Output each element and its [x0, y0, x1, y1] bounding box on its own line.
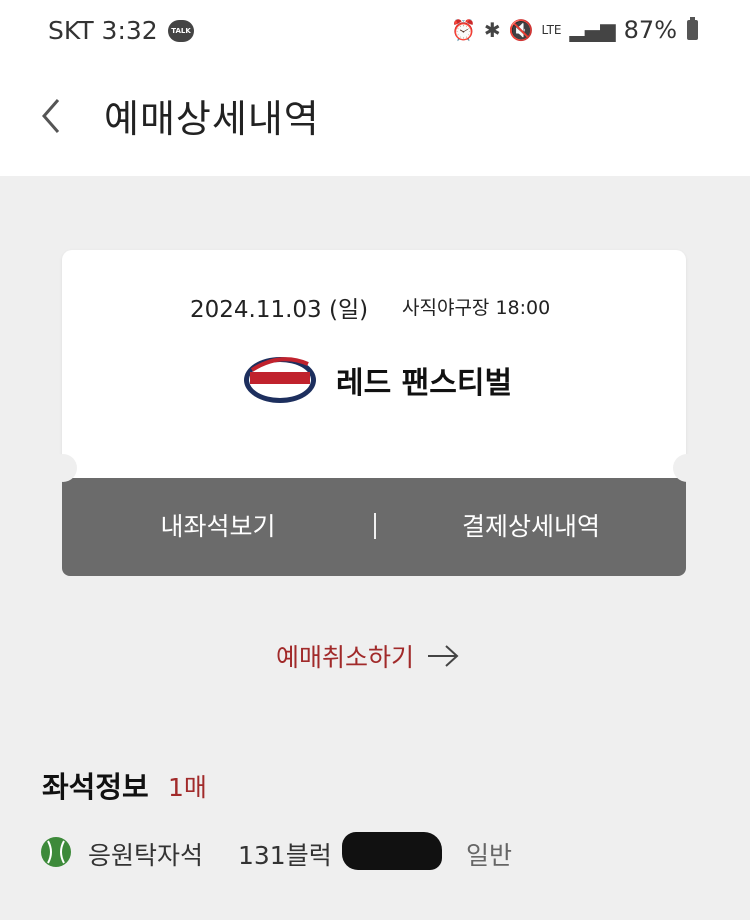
- cancel-reservation-label: 예매취소하기: [276, 643, 415, 672]
- chevron-left-icon: [42, 99, 60, 133]
- seat-count: 1매: [168, 773, 207, 802]
- cancel-reservation-link[interactable]: 예매취소하기: [276, 638, 460, 674]
- battery-icon: [687, 17, 698, 40]
- status-bar: SKT 3:32 TALK ⏰ ✱ 🔇 LTE ▂▄▆ 87%: [0, 0, 750, 66]
- event-date: 2024.11.03 (일): [190, 297, 369, 323]
- event-title: 레드 팬스티벌: [336, 366, 513, 401]
- network-type: LTE: [541, 23, 562, 37]
- seat-block: 131블럭: [238, 841, 332, 870]
- seat-zone: 응원탁자석: [88, 841, 204, 870]
- page-header: 예매상세내역: [0, 66, 750, 176]
- baseball-icon: [41, 837, 71, 867]
- kakaotalk-icon: TALK: [168, 20, 194, 42]
- redaction-mark: [342, 832, 442, 870]
- signal-icon: ▂▄▆: [569, 18, 616, 42]
- carrier-time: SKT 3:32: [48, 16, 158, 45]
- page-title: 예매상세내역: [104, 97, 320, 141]
- event-venue-time: 사직야구장 18:00: [402, 297, 551, 319]
- battery-percent: 87%: [623, 16, 677, 44]
- seat-type: 일반: [466, 841, 513, 870]
- seat-info-heading: 좌석정보: [42, 770, 149, 804]
- status-icons: ⏰ ✱ 🔇 LTE ▂▄▆ 87%: [451, 16, 698, 44]
- back-button[interactable]: [36, 94, 76, 144]
- view-my-seat-button[interactable]: 내좌석보기: [62, 478, 374, 576]
- arrow-right-icon: [426, 638, 460, 674]
- red-fanstival-logo: [244, 357, 316, 403]
- payment-details-button[interactable]: 결제상세내역: [376, 478, 686, 576]
- mute-icon: 🔇: [508, 18, 534, 42]
- bluetooth-icon: ✱: [483, 18, 501, 42]
- alarm-icon: ⏰: [450, 18, 476, 42]
